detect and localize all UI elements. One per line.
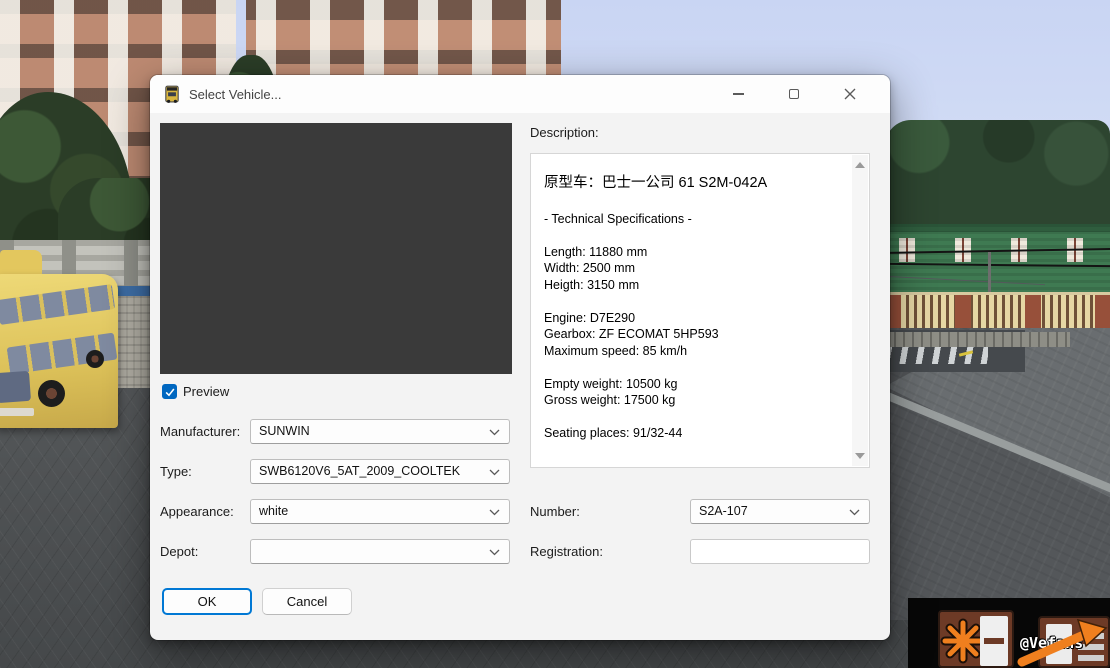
description-line <box>544 359 852 376</box>
minimize-button[interactable] <box>710 75 766 113</box>
description-line: Empty weight: 10500 kg <box>544 376 852 393</box>
description-box[interactable]: 原型车：巴士一公司 61 S2M-042A - Technical Specif… <box>530 153 870 468</box>
bus-wheel <box>86 350 104 368</box>
select-vehicle-dialog: Select Vehicle... <box>150 75 890 640</box>
bus-icon <box>163 85 181 103</box>
close-icon <box>844 88 856 100</box>
registration-label: Registration: <box>530 539 603 564</box>
maximize-button[interactable] <box>766 75 822 113</box>
dialog-titlebar[interactable]: Select Vehicle... <box>150 75 890 113</box>
description-line: Length: 11880 mm <box>544 244 852 261</box>
preview-checkbox[interactable] <box>162 384 177 399</box>
bus-bumper <box>0 408 34 416</box>
toolbar-panel: @Vefans <box>908 598 1110 668</box>
stone-wall <box>112 296 152 388</box>
vehicle-preview <box>160 123 512 374</box>
number-combobox[interactable]: S2A-107 <box>690 499 870 524</box>
type-label: Type: <box>160 459 192 484</box>
description-content: 原型车：巴士一公司 61 S2M-042A - Technical Specif… <box>531 154 852 467</box>
cancel-button[interactable]: Cancel <box>262 588 352 615</box>
bus-upper-windows <box>0 284 115 325</box>
type-value: SWB6120V6_5AT_2009_COOLTEK <box>259 464 460 478</box>
chevron-down-icon <box>489 509 500 516</box>
manufacturer-value: SUNWIN <box>259 424 310 438</box>
arrow-up-right-icon <box>1012 618 1108 668</box>
double-decker-bus <box>0 274 118 428</box>
description-line <box>544 227 852 244</box>
description-line: Engine: D7E290 <box>544 310 852 327</box>
manufacturer-label: Manufacturer: <box>160 419 240 444</box>
game-viewport[interactable]: @Vefans Select Vehicle... <box>0 0 1110 668</box>
description-line <box>544 194 852 211</box>
maximize-icon <box>789 89 799 99</box>
appearance-label: Appearance: <box>160 499 234 524</box>
dialog-title: Select Vehicle... <box>189 87 282 102</box>
description-line: - Technical Specifications - <box>544 211 852 228</box>
triangle-down-icon[interactable] <box>855 453 865 459</box>
chevron-down-icon <box>489 469 500 476</box>
triangle-up-icon[interactable] <box>855 162 865 168</box>
description-line <box>544 293 852 310</box>
number-value: S2A-107 <box>699 504 748 518</box>
appearance-combobox[interactable]: white <box>250 499 510 524</box>
description-line: Gross weight: 17500 kg <box>544 392 852 409</box>
depot-combobox[interactable] <box>250 539 510 564</box>
chevron-down-icon <box>489 429 500 436</box>
description-scrollbar[interactable] <box>852 155 868 466</box>
description-line: Seating places: 91/32-44 <box>544 425 852 442</box>
bus-windshield <box>0 371 31 403</box>
description-label: Description: <box>530 125 599 140</box>
ok-button[interactable]: OK <box>162 588 252 615</box>
green-roof-building <box>885 224 1110 294</box>
preview-label: Preview <box>183 384 229 399</box>
door-icon <box>980 616 1008 666</box>
description-line: Heigth: 3150 mm <box>544 277 852 294</box>
fence-base-wall <box>885 332 1070 347</box>
bus-wheel <box>38 380 65 407</box>
appearance-value: white <box>259 504 288 518</box>
minimize-icon <box>733 93 744 94</box>
description-line <box>544 409 852 426</box>
description-line: Maximum speed: 85 km/h <box>544 343 852 360</box>
description-line: Width: 2500 mm <box>544 260 852 277</box>
registration-input[interactable] <box>690 539 870 564</box>
check-icon <box>164 386 176 398</box>
number-label: Number: <box>530 499 580 524</box>
description-line: Gearbox: ZF ECOMAT 5HP593 <box>544 326 852 343</box>
chevron-down-icon <box>489 549 500 556</box>
close-button[interactable] <box>822 75 878 113</box>
depot-label: Depot: <box>160 539 198 564</box>
description-line: 原型车：巴士一公司 61 S2M-042A <box>544 173 852 193</box>
chevron-down-icon <box>849 509 860 516</box>
type-combobox[interactable]: SWB6120V6_5AT_2009_COOLTEK <box>250 459 510 484</box>
tree-line <box>885 120 1110 232</box>
manufacturer-combobox[interactable]: SUNWIN <box>250 419 510 444</box>
toolbar-button-vehicle[interactable] <box>938 610 1014 668</box>
